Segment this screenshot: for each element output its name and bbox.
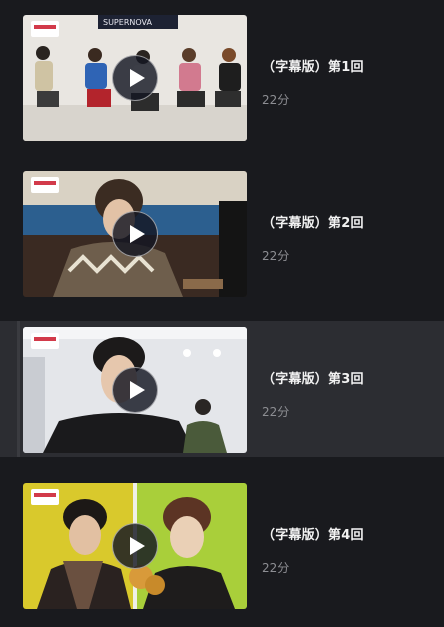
episode-title-3[interactable]: （字幕版）第3回 [262,368,364,387]
episode-duration-4: 22分 [262,561,290,575]
play-button-3[interactable] [112,367,158,413]
episode-list: SUPERNOVA （字幕版）第1回 22分 （字幕版）第2回 22分 （字幕版… [0,0,444,627]
episode-item-2[interactable]: （字幕版）第2回 22分 [0,165,444,301]
episode-item-4[interactable]: （字幕版）第4回 22分 [0,477,444,613]
episode-item-3[interactable]: （字幕版）第3回 22分 [0,321,444,457]
episode-title-1[interactable]: （字幕版）第1回 [262,56,364,75]
play-button-4[interactable] [112,523,158,569]
episode-thumbnail-4[interactable] [23,483,247,609]
episode-thumbnail-1[interactable]: SUPERNOVA [23,15,247,141]
thumbnail-banner-text: SUPERNOVA [103,18,152,27]
episode-thumbnail-3[interactable] [23,327,247,453]
play-button-1[interactable] [112,55,158,101]
episode-duration-2: 22分 [262,249,290,263]
episode-title-4[interactable]: （字幕版）第4回 [262,524,364,543]
episode-item-1[interactable]: SUPERNOVA （字幕版）第1回 22分 [0,9,444,145]
episode-duration-1: 22分 [262,93,290,107]
episode-duration-3: 22分 [262,405,290,419]
episode-title-2[interactable]: （字幕版）第2回 [262,212,364,231]
episode-thumbnail-2[interactable] [23,171,247,297]
play-button-2[interactable] [112,211,158,257]
